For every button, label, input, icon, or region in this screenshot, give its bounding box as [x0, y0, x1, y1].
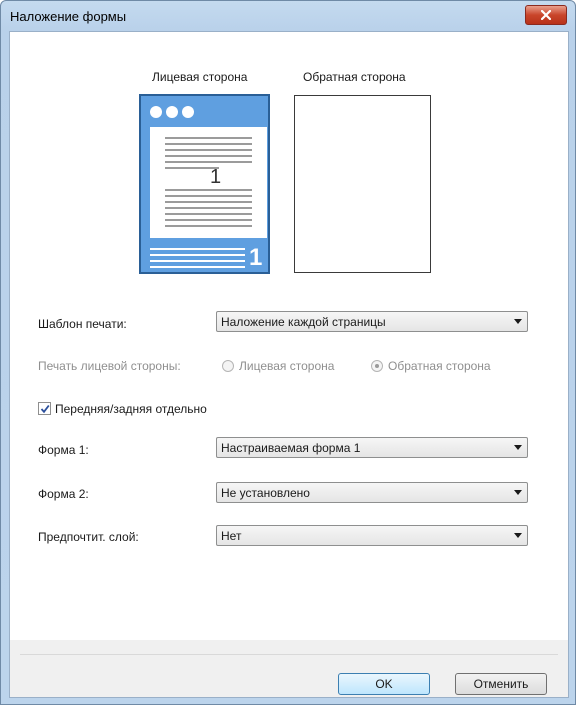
text-line: [165, 143, 252, 145]
checkmark-icon: [40, 404, 50, 413]
chevron-down-icon: [514, 490, 522, 495]
radio-front-side-label: Лицевая сторона: [239, 359, 335, 373]
dialog-window: Наложение формы Лицевая сторона Обратная…: [0, 0, 576, 705]
text-line: [165, 219, 252, 221]
text-line: [165, 225, 252, 227]
front-side-preview: 1 1: [139, 94, 270, 274]
print-template-label: Шаблон печати:: [38, 317, 127, 331]
layer-label: Предпочтит. слой:: [38, 530, 139, 544]
preview-sheet: 1: [150, 127, 267, 238]
footer-divider: [20, 654, 558, 655]
radio-back-side-label: Обратная сторона: [388, 359, 491, 373]
separate-front-back-checkbox[interactable]: [38, 402, 51, 415]
text-line: [165, 161, 252, 163]
print-template-select[interactable]: Наложение каждой страницы: [216, 311, 528, 332]
form2-value: Не установлено: [221, 485, 310, 500]
front-side-caption: Лицевая сторона: [152, 70, 248, 84]
form2-select[interactable]: Не установлено: [216, 482, 528, 503]
overlay-line: [150, 248, 245, 250]
title-bar[interactable]: Наложение формы: [1, 1, 575, 31]
overlay-number: 1: [249, 244, 263, 271]
text-line: [165, 189, 252, 191]
overlay-line: [150, 254, 245, 256]
close-icon: [541, 10, 551, 20]
close-button[interactable]: [525, 5, 567, 25]
form2-label: Форма 2:: [38, 487, 89, 501]
form1-label: Форма 1:: [38, 443, 89, 457]
dialog-body: Лицевая сторона Обратная сторона 1 1 Шаб…: [10, 32, 568, 640]
overlay-line: [150, 266, 245, 268]
chevron-down-icon: [514, 445, 522, 450]
cancel-button[interactable]: Отменить: [455, 673, 547, 695]
form1-select[interactable]: Настраиваемая форма 1: [216, 437, 528, 458]
text-line: [165, 207, 252, 209]
overlay-line: [150, 260, 245, 262]
page-number: 1: [210, 166, 222, 188]
back-side-caption: Обратная сторона: [303, 70, 406, 84]
text-line: [165, 137, 252, 139]
layer-value: Нет: [221, 528, 242, 543]
text-line: [165, 155, 252, 157]
radio-back-side[interactable]: [371, 360, 383, 372]
separate-front-back-label[interactable]: Передняя/задняя отдельно: [55, 402, 207, 416]
form1-value: Настраиваемая форма 1: [221, 440, 361, 455]
chevron-down-icon: [514, 533, 522, 538]
dialog-client-area: Лицевая сторона Обратная сторона 1 1 Шаб…: [9, 31, 569, 698]
front-side-print-label: Печать лицевой стороны:: [38, 359, 181, 373]
preview-dot: [182, 106, 194, 118]
chevron-down-icon: [514, 319, 522, 324]
ok-button[interactable]: OK: [338, 673, 430, 695]
radio-front-side[interactable]: [222, 360, 234, 372]
text-line: [165, 201, 252, 203]
layer-select[interactable]: Нет: [216, 525, 528, 546]
text-line: [165, 195, 252, 197]
window-title: Наложение формы: [10, 9, 127, 24]
text-line: [165, 213, 252, 215]
preview-dot: [150, 106, 162, 118]
preview-dot: [166, 106, 178, 118]
print-template-value: Наложение каждой страницы: [221, 314, 386, 329]
back-side-preview: [294, 95, 431, 273]
text-line: [165, 149, 252, 151]
